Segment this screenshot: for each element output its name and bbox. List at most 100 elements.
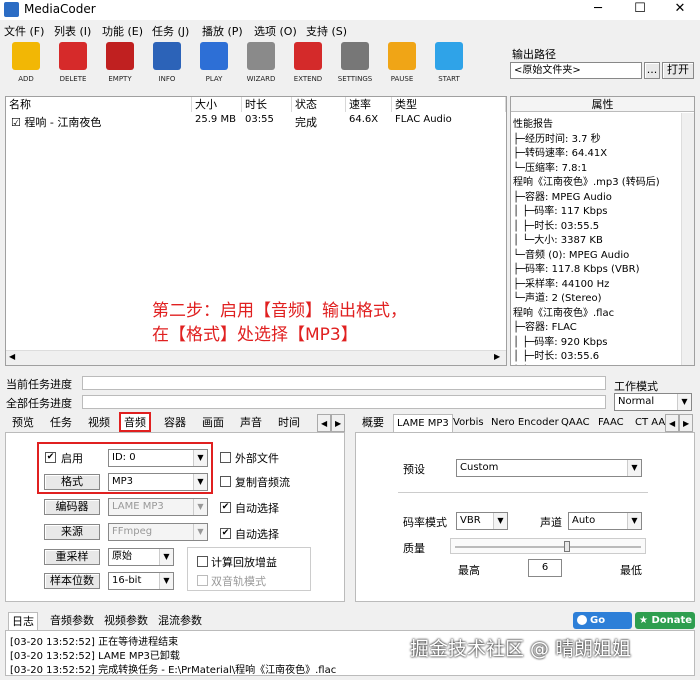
- horizontal-scrollbar[interactable]: ◀ ▶: [6, 350, 506, 365]
- audio-track-select[interactable]: ID: 0 ▼: [108, 449, 208, 467]
- scroll-left-icon[interactable]: ◀: [9, 352, 15, 361]
- chevron-down-icon[interactable]: ▼: [627, 460, 641, 476]
- tab-log[interactable]: 日志: [8, 612, 38, 630]
- tab-audio[interactable]: 音频: [119, 412, 151, 432]
- table-row[interactable]: ☑ 程响 - 江南夜色 25.9 MB 03:55 完成 64.6X FLAC …: [6, 113, 506, 129]
- tab-task[interactable]: 任务: [47, 414, 75, 432]
- tab-scroll-right-icon[interactable]: ▶: [679, 414, 694, 432]
- chevron-down-icon[interactable]: ▼: [159, 549, 173, 565]
- col-rate[interactable]: 速率: [346, 97, 392, 112]
- chevron-down-icon[interactable]: ▼: [193, 474, 207, 490]
- menu-file[interactable]: 文件 (F): [4, 23, 44, 39]
- donate-button[interactable]: ★ Donate: [635, 612, 695, 629]
- slider-thumb[interactable]: [563, 541, 570, 552]
- rate-mode-label: 码率模式: [403, 516, 447, 529]
- empty-button[interactable]: EMPTY: [97, 40, 143, 86]
- settings-button[interactable]: SETTINGS: [332, 40, 378, 86]
- pause-button[interactable]: PAUSE: [379, 40, 425, 86]
- tab-video[interactable]: 视频: [85, 414, 113, 432]
- start-button[interactable]: START: [426, 40, 472, 86]
- encoder-select[interactable]: LAME MP3 ▼: [108, 498, 208, 516]
- tab-scroll-left-icon[interactable]: ◀: [317, 414, 332, 432]
- replaygain-checkbox[interactable]: [197, 556, 208, 567]
- auto-encoder-checkbox[interactable]: ✔: [220, 502, 231, 513]
- window-title: MediaCoder: [24, 2, 96, 16]
- scroll-right-icon[interactable]: ▶: [494, 352, 500, 361]
- bit-depth-button[interactable]: 样本位数: [44, 573, 100, 589]
- tab-mux-params[interactable]: 混流参数: [155, 612, 205, 630]
- resample-select[interactable]: 原始 ▼: [108, 548, 174, 566]
- close-button[interactable]: ✕: [660, 0, 700, 20]
- chevron-down-icon[interactable]: ▼: [193, 499, 207, 515]
- col-duration[interactable]: 时长: [242, 97, 292, 112]
- source-select[interactable]: FFmpeg ▼: [108, 523, 208, 541]
- tab-container[interactable]: 容器: [161, 414, 189, 432]
- delete-button[interactable]: DELETE: [50, 40, 96, 86]
- minimize-button[interactable]: ─: [578, 0, 618, 20]
- open-folder-button[interactable]: 打开: [662, 62, 694, 79]
- external-file-label: 外部文件: [235, 452, 279, 465]
- browse-button[interactable]: ...: [644, 62, 660, 79]
- menu-function[interactable]: 功能 (E): [102, 23, 143, 39]
- tab-qaac[interactable]: QAAC: [558, 414, 593, 432]
- properties-scrollbar[interactable]: [681, 113, 694, 365]
- col-status[interactable]: 状态: [292, 97, 346, 112]
- tab-time[interactable]: 时间: [275, 414, 303, 432]
- format-button[interactable]: 格式: [44, 474, 100, 490]
- tab-picture[interactable]: 画面: [199, 414, 227, 432]
- chevron-down-icon[interactable]: ▼: [193, 524, 207, 540]
- quality-label: 质量: [403, 542, 425, 555]
- tab-sound[interactable]: 声音: [237, 414, 265, 432]
- wizard-button[interactable]: WIZARD: [238, 40, 284, 86]
- source-button[interactable]: 来源: [44, 524, 100, 540]
- chevron-down-icon[interactable]: ▼: [159, 573, 173, 589]
- enable-audio-checkbox[interactable]: ✔: [45, 452, 56, 463]
- quality-value-field[interactable]: 6: [528, 559, 562, 577]
- preset-select[interactable]: Custom ▼: [456, 459, 642, 477]
- tab-nero-encoder[interactable]: Nero Encoder: [488, 414, 562, 432]
- col-type[interactable]: 类型: [392, 97, 506, 112]
- dual-mono-checkbox[interactable]: [197, 575, 208, 586]
- rate-mode-select[interactable]: VBR ▼: [456, 512, 508, 530]
- info-button[interactable]: INFO: [144, 40, 190, 86]
- tab-preview[interactable]: 预览: [9, 414, 37, 432]
- external-file-checkbox[interactable]: [220, 452, 231, 463]
- menu-task[interactable]: 任务 (J): [152, 23, 189, 39]
- tab-vorbis[interactable]: Vorbis: [450, 414, 487, 432]
- maximize-button[interactable]: ☐: [620, 0, 660, 20]
- tab-audio-params[interactable]: 音频参数: [47, 612, 97, 630]
- col-name[interactable]: 名称: [6, 97, 192, 112]
- col-size[interactable]: 大小: [192, 97, 242, 112]
- quality-slider[interactable]: [450, 538, 646, 554]
- chevron-down-icon[interactable]: ▼: [627, 513, 641, 529]
- property-item: ├─容器: FLAC: [513, 322, 577, 333]
- settings-icon: [341, 42, 369, 70]
- encoder-button[interactable]: 编码器: [44, 499, 100, 515]
- channel-select[interactable]: Auto ▼: [568, 512, 642, 530]
- menu-support[interactable]: 支持 (S): [306, 23, 347, 39]
- tab-scroll-right-icon[interactable]: ▶: [331, 414, 346, 432]
- auto-source-checkbox[interactable]: ✔: [220, 528, 231, 539]
- chevron-down-icon[interactable]: ▼: [193, 450, 207, 466]
- tab-scroll-left-icon[interactable]: ◀: [665, 414, 680, 432]
- tab-ct-aac[interactable]: CT AA: [632, 414, 668, 432]
- tab-faac[interactable]: FAAC: [595, 414, 627, 432]
- play-button[interactable]: PLAY: [191, 40, 237, 86]
- menu-options[interactable]: 选项 (O): [254, 23, 297, 39]
- bit-depth-select[interactable]: 16-bit ▼: [108, 572, 174, 590]
- go-pro-button[interactable]: Go PRO: [573, 612, 632, 643]
- chevron-down-icon[interactable]: ▼: [677, 394, 691, 410]
- output-path-field[interactable]: <原始文件夹>: [510, 62, 642, 79]
- format-select[interactable]: MP3 ▼: [108, 473, 208, 491]
- copy-stream-checkbox[interactable]: [220, 476, 231, 487]
- chevron-down-icon[interactable]: ▼: [493, 513, 507, 529]
- resample-button[interactable]: 重采样: [44, 549, 100, 565]
- tab-overview[interactable]: 概要: [359, 414, 387, 432]
- work-mode-select[interactable]: Normal ▼: [614, 393, 692, 411]
- extend-button[interactable]: EXTEND: [285, 40, 331, 86]
- menu-play[interactable]: 播放 (P): [202, 23, 243, 39]
- tab-video-params[interactable]: 视频参数: [101, 612, 151, 630]
- add-button[interactable]: ADD: [3, 40, 49, 86]
- menu-list[interactable]: 列表 (I): [54, 23, 91, 39]
- tab-lame-mp3[interactable]: LAME MP3: [393, 414, 453, 432]
